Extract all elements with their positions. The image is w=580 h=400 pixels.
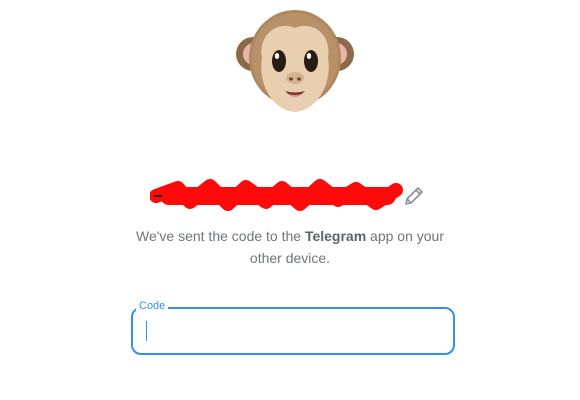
text-caret [146, 321, 147, 341]
phone-number-redaction [150, 179, 403, 211]
phone-number-row [0, 178, 580, 214]
message-app-name: Telegram [304, 228, 367, 244]
message-text-part1: We've sent the code to the [135, 228, 305, 244]
monkey-avatar-icon [236, 10, 354, 112]
code-sent-message: We've sent the code to the Telegram app … [120, 225, 460, 269]
code-input-label: Code [136, 299, 169, 313]
pencil-icon[interactable] [402, 184, 426, 208]
code-input[interactable] [131, 307, 455, 355]
